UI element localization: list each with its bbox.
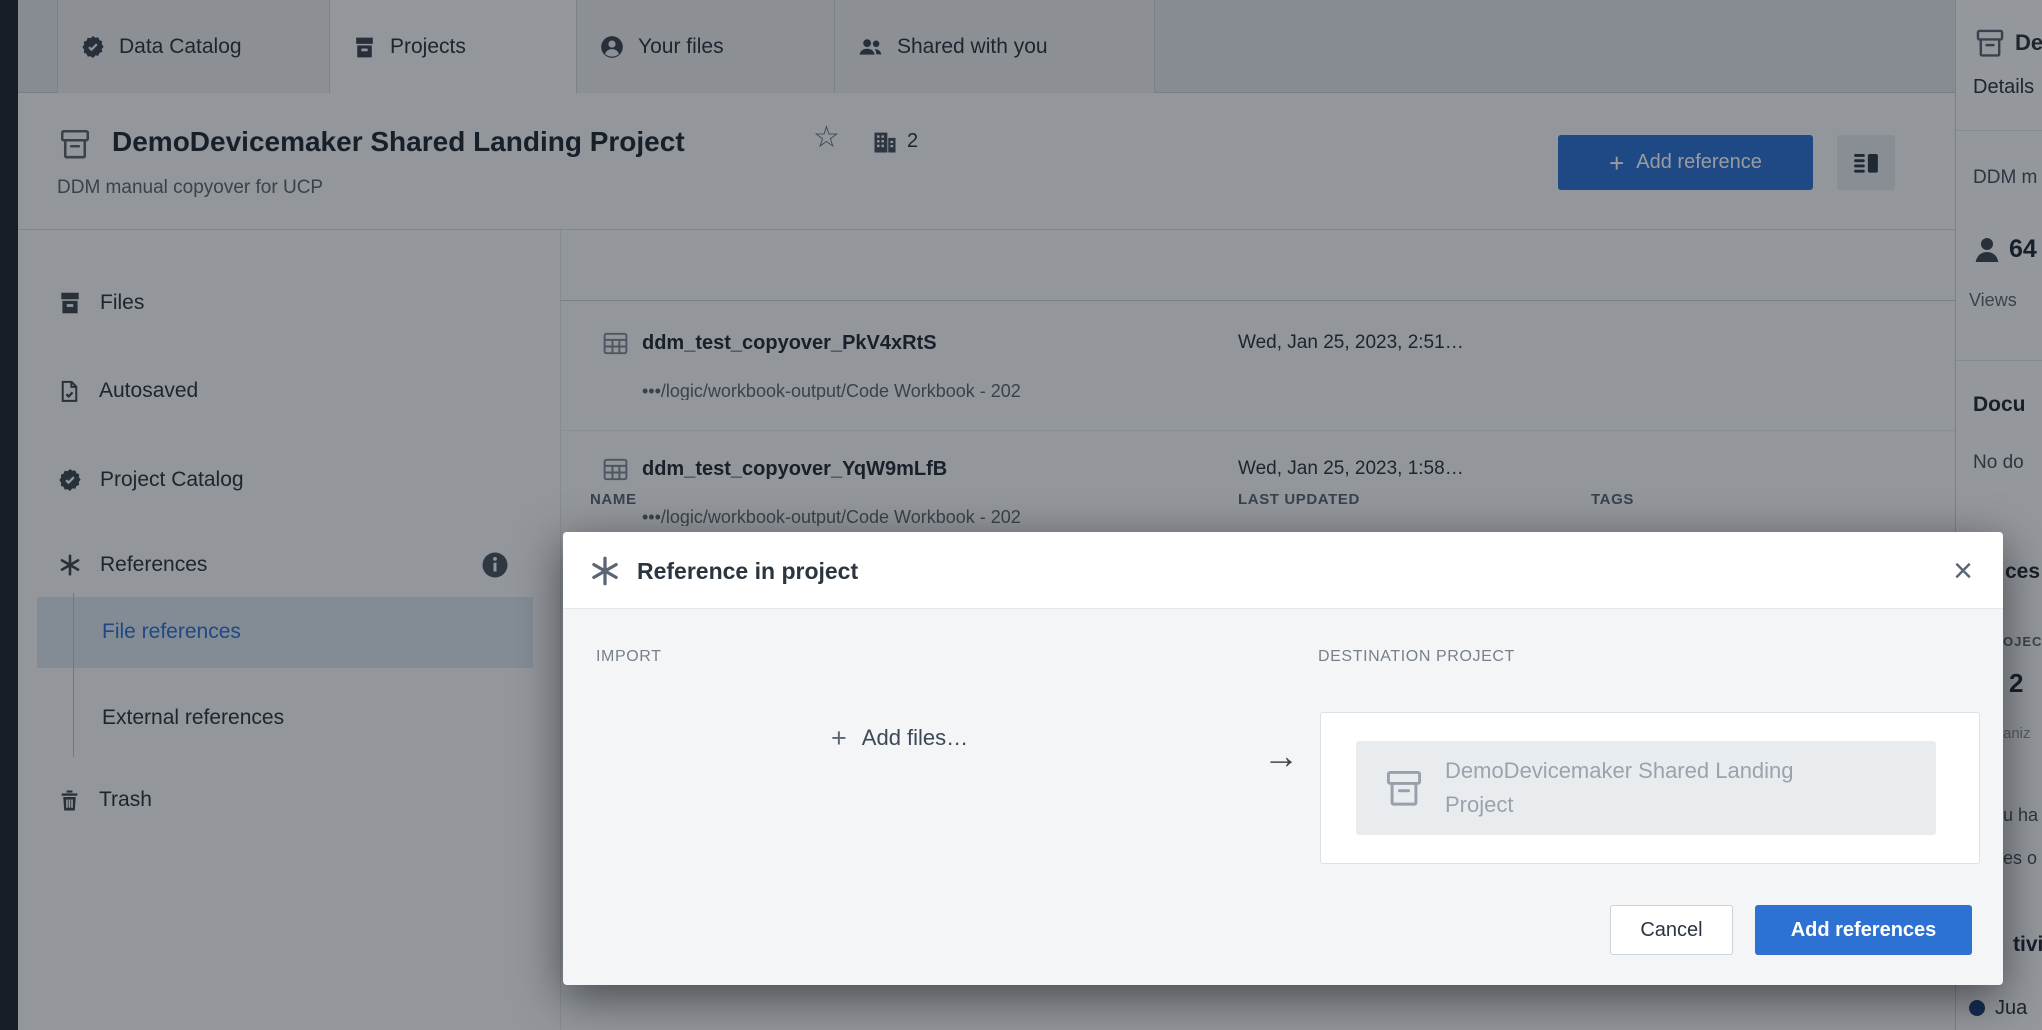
destination-project-label: DESTINATION PROJECT: [1318, 649, 1515, 665]
destination-project-name: DemoDevicemaker Shared Landing Project: [1445, 754, 1815, 822]
dialog-title: Reference in project: [637, 560, 858, 583]
close-icon[interactable]: ×: [1953, 554, 1973, 588]
plus-icon: +: [831, 725, 847, 752]
cancel-button[interactable]: Cancel: [1610, 905, 1733, 955]
add-files-button[interactable]: + Add files…: [831, 722, 968, 754]
add-references-button[interactable]: Add references: [1755, 905, 1972, 955]
destination-project-chip: DemoDevicemaker Shared Landing Project: [1356, 741, 1936, 835]
arrow-right-icon: →: [1263, 738, 1299, 774]
app-window: Data Catalog Projects Your files Shared …: [0, 0, 2042, 1030]
dialog-header: Reference in project ×: [563, 532, 2003, 609]
reference-in-project-dialog: Reference in project × IMPORT DESTINATIO…: [563, 532, 2003, 985]
import-label: IMPORT: [596, 649, 662, 665]
destination-project-field[interactable]: DemoDevicemaker Shared Landing Project: [1320, 712, 1980, 864]
project-box-icon: [1382, 766, 1426, 810]
asterisk-icon: [587, 553, 623, 589]
